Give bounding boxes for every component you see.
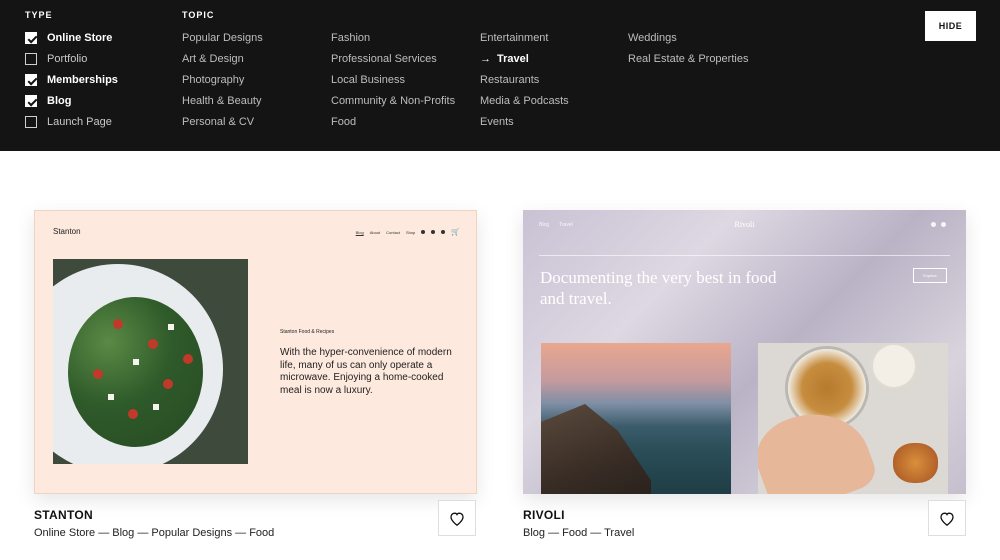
- topic-fashion[interactable]: Fashion: [331, 32, 370, 44]
- template-name-stanton[interactable]: STANTON: [34, 508, 93, 522]
- topic-food[interactable]: Food: [331, 116, 356, 128]
- template-name-rivoli[interactable]: RIVOLI: [523, 508, 565, 522]
- topic-popular-designs[interactable]: Popular Designs: [182, 32, 263, 44]
- filter-panel: TYPE TOPIC Online Store Portfolio Member…: [0, 0, 1000, 151]
- topic-weddings[interactable]: Weddings: [628, 32, 677, 44]
- youtube-icon: [431, 230, 436, 234]
- checkbox-unchecked-icon[interactable]: [25, 53, 37, 65]
- hide-button[interactable]: HIDE: [925, 11, 976, 41]
- preview-button: Explore: [913, 268, 947, 283]
- topic-personal-cv[interactable]: Personal & CV: [182, 116, 254, 128]
- preview-social: [931, 222, 946, 227]
- salad-photo: [53, 259, 248, 464]
- instagram-icon: [421, 230, 426, 234]
- topic-art-design[interactable]: Art & Design: [182, 53, 244, 65]
- type-label: Memberships: [47, 74, 118, 86]
- topic-entertainment[interactable]: Entertainment: [480, 32, 548, 44]
- cart-icon: 🛒: [451, 229, 460, 236]
- preview-logo: Rivoli: [734, 220, 755, 229]
- topic-local-business[interactable]: Local Business: [331, 74, 405, 86]
- type-heading: TYPE: [25, 10, 53, 20]
- topic-restaurants[interactable]: Restaurants: [480, 74, 539, 86]
- topic-health-beauty[interactable]: Health & Beauty: [182, 95, 262, 107]
- favorite-button-rivoli[interactable]: [928, 500, 966, 536]
- template-preview-stanton[interactable]: Stanton Blog About Contact Shop 🛒 Stanto…: [34, 210, 477, 494]
- arrow-right-icon: →: [480, 53, 491, 65]
- checkbox-checked-icon[interactable]: [25, 32, 37, 44]
- preview-logo: Stanton: [53, 227, 81, 236]
- topic-events[interactable]: Events: [480, 116, 514, 128]
- instagram-icon: [931, 222, 936, 227]
- twitter-icon: [441, 230, 446, 234]
- preview-nav-item: About: [369, 229, 381, 235]
- type-online-store[interactable]: Online Store: [25, 32, 112, 44]
- preview-nav-item: Contact: [386, 229, 400, 235]
- preview-kicker: Stanton Food & Recipes: [280, 329, 335, 335]
- checkbox-unchecked-icon[interactable]: [25, 116, 37, 128]
- topic-travel[interactable]: → Travel: [480, 53, 529, 65]
- type-label: Online Store: [47, 32, 113, 44]
- type-memberships[interactable]: Memberships: [25, 74, 118, 86]
- coast-photo: [541, 343, 731, 494]
- preview-nav-item: Shop: [405, 229, 416, 235]
- topic-travel-label: Travel: [497, 53, 529, 65]
- facebook-icon: [941, 222, 946, 227]
- topic-heading: TOPIC: [182, 10, 215, 20]
- preview-quote: With the hyper-convenience of modern lif…: [280, 347, 452, 396]
- type-launch-page[interactable]: Launch Page: [25, 116, 112, 128]
- checkbox-checked-icon[interactable]: [25, 95, 37, 107]
- type-blog[interactable]: Blog: [25, 95, 71, 107]
- template-tags-stanton: Online Store — Blog — Popular Designs — …: [34, 527, 275, 539]
- preview-nav-item: Blog: [355, 229, 364, 235]
- type-portfolio[interactable]: Portfolio: [25, 53, 87, 65]
- template-preview-rivoli[interactable]: Blog Travel Rivoli Documenting the very …: [523, 210, 966, 494]
- divider: [539, 255, 950, 256]
- type-label: Portfolio: [47, 53, 88, 65]
- topic-real-estate[interactable]: Real Estate & Properties: [628, 53, 748, 65]
- preview-nav: Blog About Contact Shop 🛒: [356, 228, 460, 236]
- heart-icon: [450, 511, 464, 526]
- favorite-button-stanton[interactable]: [438, 500, 476, 536]
- topic-community-non-profits[interactable]: Community & Non-Profits: [331, 95, 455, 107]
- type-label: Blog: [47, 95, 72, 107]
- topic-photography[interactable]: Photography: [182, 74, 244, 86]
- topic-media-podcasts[interactable]: Media & Podcasts: [480, 95, 569, 107]
- checkbox-checked-icon[interactable]: [25, 74, 37, 86]
- heart-icon: [940, 511, 954, 526]
- preview-headline: Documenting the very best in food and tr…: [540, 268, 777, 308]
- template-tags-rivoli: Blog — Food — Travel: [523, 527, 635, 539]
- type-label: Launch Page: [47, 116, 112, 128]
- topic-professional-services[interactable]: Professional Services: [331, 53, 437, 65]
- coffee-photo: [758, 343, 948, 494]
